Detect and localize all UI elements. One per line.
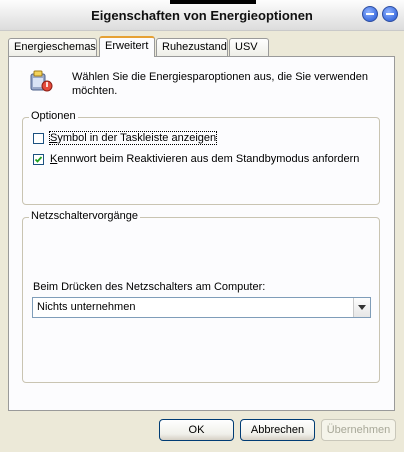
password-on-resume-label-text: ennwort beim Reaktivieren aus dem Standb…	[57, 153, 360, 165]
taskbar-icon-label: Symbol in der Taskleiste anzeigen	[48, 131, 218, 145]
window-title: Eigenschaften von Energieoptionen	[91, 8, 313, 23]
tab-energieschemas[interactable]: Energieschemas	[8, 38, 97, 56]
tab-label: Erweitert	[105, 40, 149, 52]
cancel-button[interactable]: Abbrechen	[240, 419, 315, 441]
title-bar[interactable]: Eigenschaften von Energieoptionen	[0, 0, 404, 31]
password-on-resume-checkbox[interactable]	[33, 154, 44, 165]
power-button-prompt-text: Beim Drücken des Netzschalters am Comput…	[33, 281, 266, 293]
info-text: Wählen Sie die Energiesparoptionen aus, …	[72, 71, 368, 97]
power-button-action-select[interactable]: Nichts unternehmen	[32, 297, 371, 318]
dropdown-button[interactable]	[353, 298, 370, 317]
options-group-label: Optionen	[29, 110, 78, 122]
taskbar-icon-checkbox[interactable]	[33, 133, 44, 144]
apply-button[interactable]: Übernehmen	[321, 419, 396, 441]
power-button-prompt: Beim Drücken des Netzschalters am Comput…	[33, 281, 265, 293]
select-value: Nichts unternehmen	[37, 301, 136, 313]
options-group: Optionen Symbol in der Taskleiste anzeig…	[22, 110, 380, 205]
close-button[interactable]	[382, 6, 398, 22]
tab-erweitert[interactable]: Erweitert	[99, 36, 155, 57]
ok-button[interactable]: OK	[159, 419, 234, 441]
tab-usv[interactable]: USV	[229, 38, 269, 56]
help-button[interactable]	[362, 6, 378, 22]
power-options-icon	[30, 70, 53, 92]
power-button-group-label: Netzschaltervorgänge	[29, 210, 141, 222]
dialog-window: Eigenschaften von Energieoptionen Energi…	[0, 0, 404, 452]
tab-label: Ruhezustand	[162, 41, 227, 53]
tab-label: Energieschemas	[14, 41, 96, 53]
close-icon	[386, 13, 394, 15]
checkmark-icon	[34, 156, 43, 163]
background-strip	[170, 0, 256, 4]
help-icon	[366, 13, 374, 15]
tab-ruhezustand[interactable]: Ruhezustand	[156, 38, 228, 56]
taskbar-icon-label-text: ymbol in der Taskleiste anzeigen	[57, 132, 217, 144]
tab-label: USV	[235, 41, 258, 53]
chevron-down-icon	[358, 305, 366, 310]
password-on-resume-label: Kennwort beim Reaktivieren aus dem Stand…	[50, 153, 360, 165]
